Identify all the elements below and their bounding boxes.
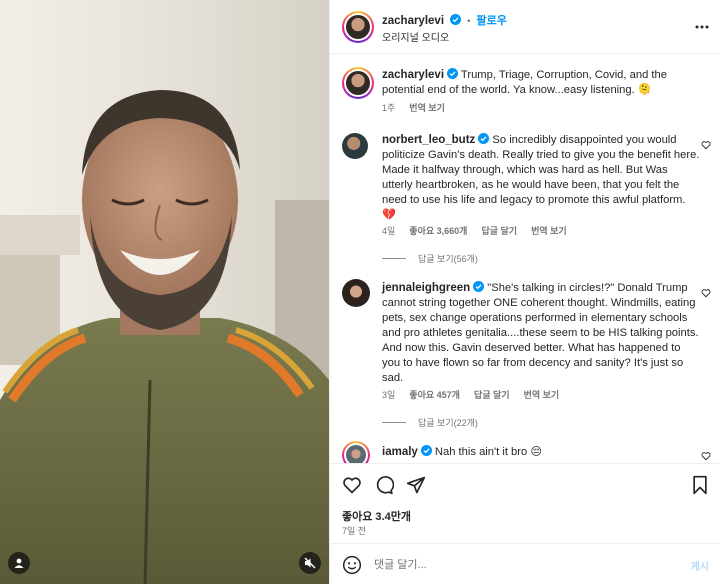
comment-likes[interactable]: 좋아요 457개	[409, 388, 460, 401]
comment-item: norbert_leo_butz So incredibly disappoin…	[382, 133, 700, 223]
caption: zacharylevi Trump, Triage, Corruption, C…	[382, 68, 700, 98]
comment-meta: 4일 좋아요 3,660개 답글 달기 번역 보기	[382, 224, 567, 237]
caption-author-avatar[interactable]	[346, 71, 370, 95]
comments-list[interactable]: zacharylevi Trump, Triage, Corruption, C…	[330, 55, 720, 463]
comment-avatar-ring[interactable]	[342, 441, 370, 463]
comment-time[interactable]: 4일	[382, 224, 395, 237]
header-separator: •	[467, 16, 471, 27]
comment-item: iamaly Nah this ain't it bro 😔	[382, 445, 700, 460]
verified-badge-icon	[447, 68, 459, 79]
view-replies-button[interactable]: 답글 보기(22개)	[382, 416, 478, 429]
heart-icon	[701, 141, 711, 150]
post-actions: 좋아요 3.4만개 7일 전	[330, 463, 720, 543]
comment-avatar[interactable]	[342, 279, 370, 307]
reply-button[interactable]: 답글 달기	[474, 388, 510, 401]
comment-composer: 게시	[330, 543, 720, 584]
caption-meta: 1주 번역 보기	[382, 101, 445, 114]
comment-username[interactable]: jennaleighgreen	[382, 282, 470, 294]
caption-username[interactable]: zacharylevi	[382, 69, 444, 81]
comment-username[interactable]: norbert_leo_butz	[382, 134, 475, 146]
comment-input[interactable]	[374, 556, 654, 574]
author-avatar[interactable]	[346, 15, 370, 39]
comment-avatar[interactable]	[346, 445, 366, 463]
emoji-button[interactable]	[342, 555, 362, 578]
comment-icon	[376, 476, 395, 495]
replies-divider	[382, 258, 406, 259]
follow-button[interactable]: 팔로우	[477, 15, 507, 27]
like-count[interactable]: 좋아요 3.4만개	[342, 508, 411, 524]
translate-link[interactable]: 번역 보기	[531, 224, 567, 237]
share-button[interactable]	[406, 475, 426, 498]
comment-text: Nah this ain't it bro 😔	[434, 446, 542, 458]
emoji-icon	[342, 555, 362, 575]
bookmark-icon	[693, 475, 707, 495]
author-username[interactable]: zacharylevi	[382, 15, 444, 27]
posted-time[interactable]: 7일 전	[342, 524, 366, 537]
user-icon	[14, 558, 24, 568]
verified-badge-icon	[473, 281, 485, 292]
video-frame	[0, 0, 329, 584]
comment-username[interactable]: iamaly	[382, 446, 418, 458]
more-options-button[interactable]	[695, 20, 709, 32]
comment-meta: 3일 좋아요 457개 답글 달기 번역 보기	[382, 388, 559, 401]
comment-avatar[interactable]	[342, 133, 368, 159]
tagged-user-button[interactable]	[8, 552, 30, 574]
verified-badge-icon	[478, 133, 490, 144]
comment-likes[interactable]: 좋아요 3,660개	[409, 224, 467, 237]
verified-badge-icon	[450, 14, 462, 25]
speaker-muted-icon	[304, 557, 316, 569]
caption-author-avatar-ring[interactable]	[342, 67, 374, 99]
comment-item: jennaleighgreen "She's talking in circle…	[382, 281, 700, 386]
video-player[interactable]	[0, 0, 329, 584]
comment-button[interactable]	[374, 475, 395, 498]
post-comment-button[interactable]: 게시	[691, 558, 709, 573]
view-replies-label: 답글 보기(22개)	[418, 418, 478, 428]
view-replies-button[interactable]: 답글 보기(56개)	[382, 252, 478, 265]
reply-button[interactable]: 답글 달기	[481, 224, 517, 237]
mute-button[interactable]	[299, 552, 321, 574]
caption-translate-link[interactable]: 번역 보기	[409, 101, 445, 114]
story-ring[interactable]	[342, 11, 374, 43]
comment-like-button[interactable]	[701, 140, 711, 153]
post-header: zacharylevi • 팔로우 오리지널 오디오	[330, 0, 720, 54]
replies-divider	[382, 422, 406, 423]
share-icon	[406, 476, 426, 494]
heart-icon	[701, 289, 711, 298]
audio-label[interactable]: 오리지널 오디오	[382, 29, 449, 44]
like-button[interactable]	[342, 475, 362, 498]
comment-text: "She's talking in circles!?" Donald Trum…	[382, 282, 699, 384]
post-side-panel: zacharylevi • 팔로우 오리지널 오디오 zacharylevi T…	[329, 0, 720, 584]
comment-like-button[interactable]	[701, 288, 711, 301]
save-button[interactable]	[691, 475, 709, 498]
heart-icon	[701, 452, 711, 461]
verified-badge-icon	[420, 445, 432, 456]
instagram-post-view: zacharylevi • 팔로우 오리지널 오디오 zacharylevi T…	[0, 0, 720, 584]
comment-text: So incredibly disappointed you would pol…	[382, 134, 700, 221]
translate-link[interactable]: 번역 보기	[524, 388, 560, 401]
more-horizontal-icon	[695, 25, 709, 29]
comment-like-button[interactable]	[701, 451, 711, 463]
caption-time[interactable]: 1주	[382, 101, 395, 114]
heart-icon	[343, 477, 361, 494]
comment-time[interactable]: 3일	[382, 388, 395, 401]
view-replies-label: 답글 보기(56개)	[418, 254, 478, 264]
